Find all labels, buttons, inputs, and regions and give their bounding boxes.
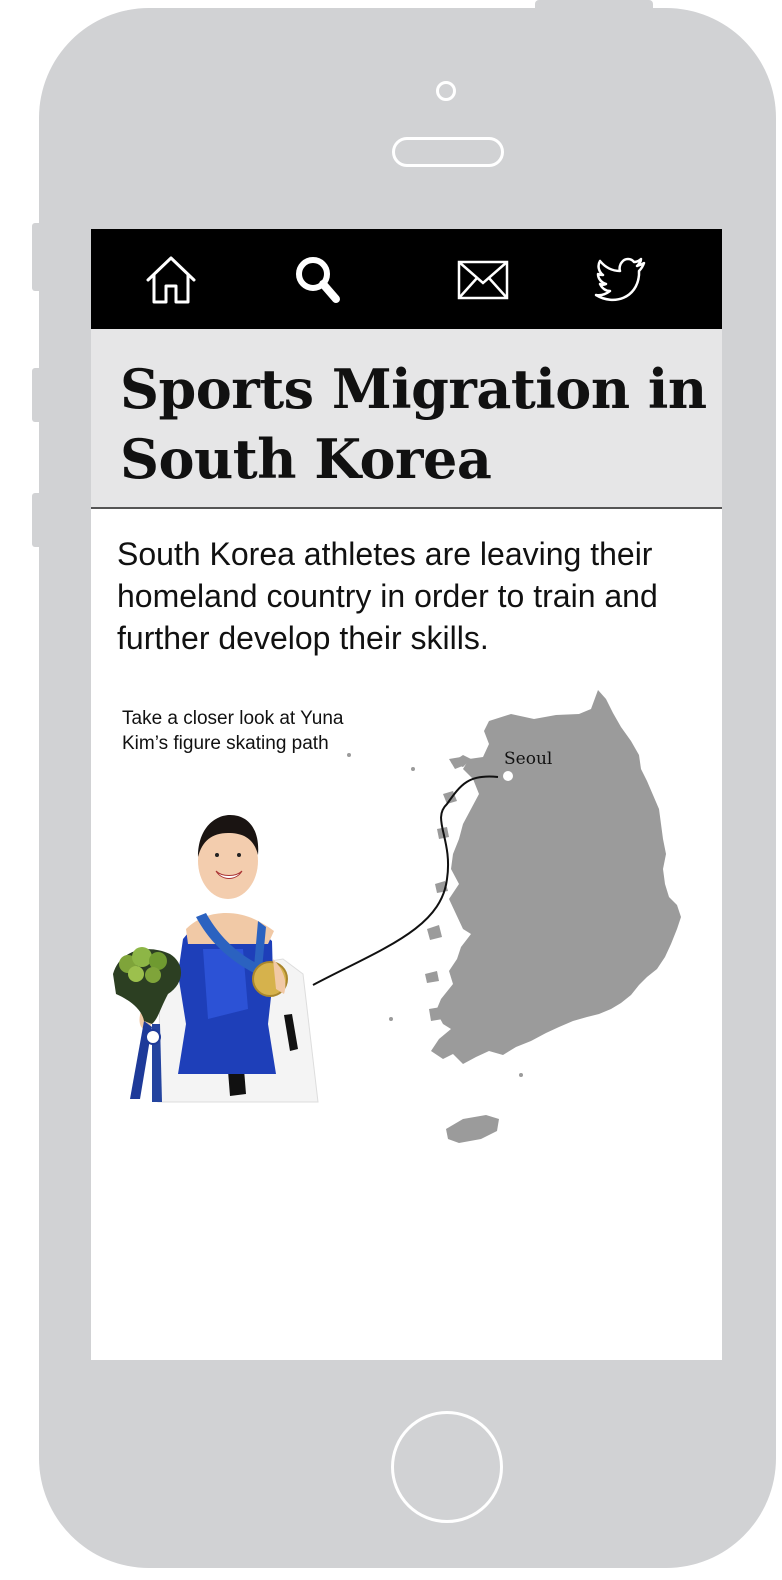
phone-screen: Sports Migration in South Korea South Ko… <box>91 229 722 1360</box>
south-korea-map <box>431 690 681 1064</box>
front-camera <box>436 81 456 101</box>
power-button <box>535 0 653 12</box>
korea-map-graphic: Seoul <box>312 690 681 1143</box>
home-button[interactable] <box>391 1411 503 1523</box>
volume-down-button <box>32 493 40 547</box>
earpiece-speaker <box>392 137 504 167</box>
athlete-photo[interactable] <box>108 809 323 1104</box>
jeju-island <box>446 1115 499 1143</box>
seoul-label: Seoul <box>504 749 552 769</box>
volume-up-button <box>32 368 40 422</box>
mute-switch <box>32 223 40 291</box>
path-caption: Take a closer look at Yuna Kim’s figure … <box>122 708 344 754</box>
seoul-marker[interactable] <box>503 771 513 781</box>
